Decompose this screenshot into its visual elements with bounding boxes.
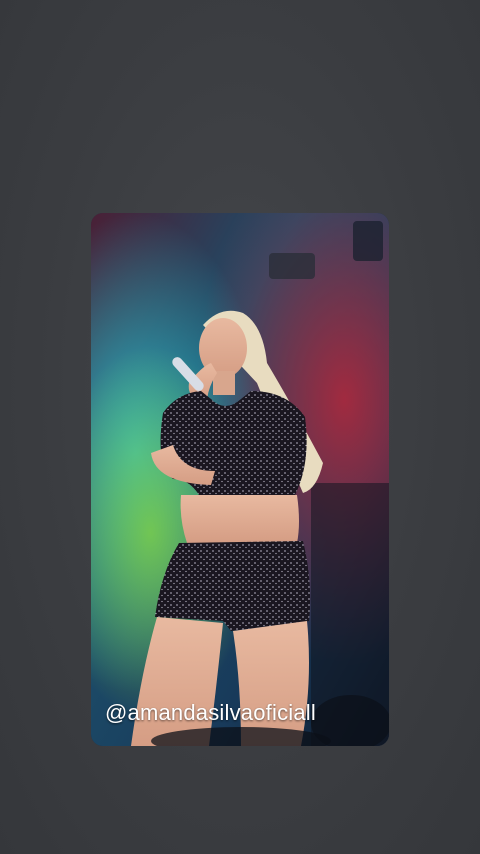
story-viewer: @amandasilvaoficiall	[0, 0, 480, 854]
concert-photo	[91, 213, 389, 746]
story-media[interactable]: @amandasilvaoficiall	[91, 213, 389, 746]
mention-sticker[interactable]: @amandasilvaoficiall	[105, 700, 316, 726]
